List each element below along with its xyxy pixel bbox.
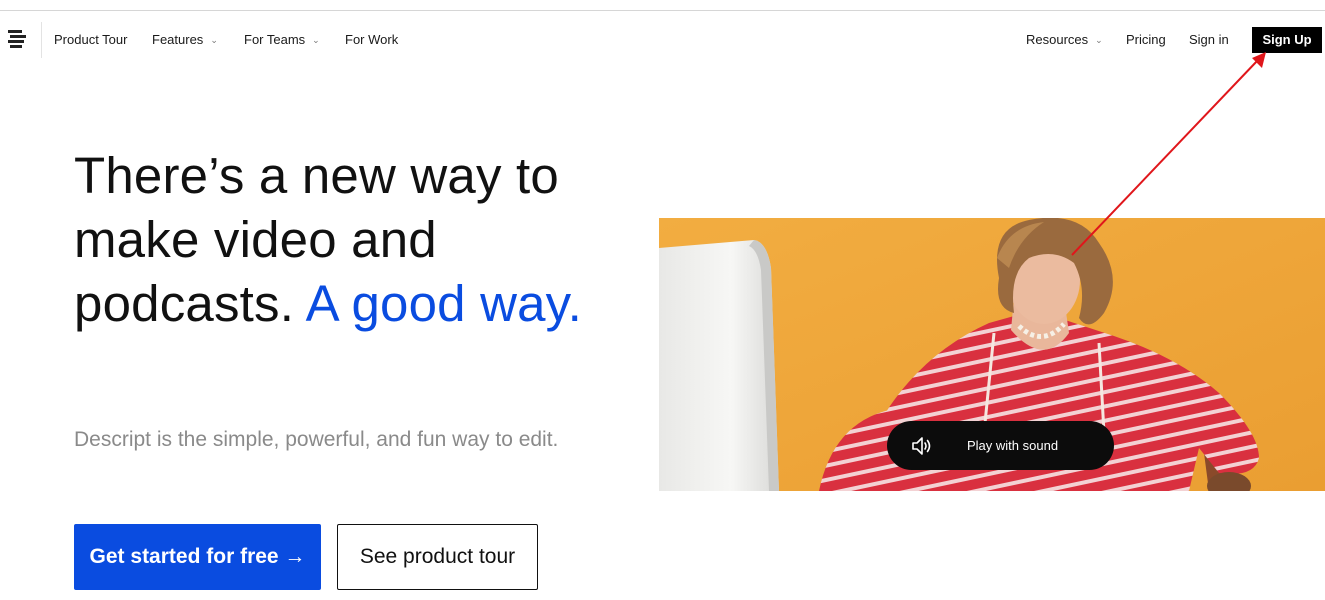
play-with-sound-label: Play with sound xyxy=(967,438,1059,453)
nav-item-product-tour[interactable]: Product Tour xyxy=(54,32,127,47)
chevron-down-icon: ⌄ xyxy=(1095,35,1103,45)
hero-title-accent: A good way. xyxy=(305,275,582,332)
nav-item-sign-in[interactable]: Sign in xyxy=(1189,32,1229,47)
nav-item-label: Resources xyxy=(1026,32,1089,47)
speaker-icon xyxy=(912,437,931,455)
browser-top-divider xyxy=(0,10,1325,11)
nav-item-features[interactable]: Features ⌄ xyxy=(152,32,218,48)
logo-divider xyxy=(41,22,42,58)
nav-item-label: Sign in xyxy=(1189,32,1229,47)
nav-item-pricing[interactable]: Pricing xyxy=(1126,32,1166,47)
nav-item-label: For Teams xyxy=(244,32,306,47)
get-started-button[interactable]: Get started for free → xyxy=(74,524,321,590)
nav-item-for-work[interactable]: For Work xyxy=(345,32,398,47)
nav-item-label: For Work xyxy=(345,32,399,47)
nav-item-label: Product Tour xyxy=(54,32,128,47)
nav-item-for-teams[interactable]: For Teams ⌄ xyxy=(244,32,320,48)
nav-item-resources[interactable]: Resources ⌄ xyxy=(1026,32,1103,48)
chevron-down-icon: ⌄ xyxy=(210,35,218,45)
hero-subtitle: Descript is the simple, powerful, and fu… xyxy=(74,428,559,451)
see-product-tour-button[interactable]: See product tour xyxy=(337,524,538,590)
nav-item-label: Features xyxy=(152,32,204,47)
nav-item-label: Pricing xyxy=(1126,32,1166,47)
play-with-sound-button[interactable]: Play with sound xyxy=(887,421,1114,470)
hero-title: There’s a new way to make video and podc… xyxy=(74,144,594,336)
top-navigation: Product Tour Features ⌄ For Teams ⌄ For Wo… xyxy=(0,22,1325,58)
descript-logo-icon[interactable] xyxy=(8,30,28,48)
chevron-down-icon: ⌄ xyxy=(312,35,320,45)
sign-up-button[interactable]: Sign Up xyxy=(1252,27,1322,53)
